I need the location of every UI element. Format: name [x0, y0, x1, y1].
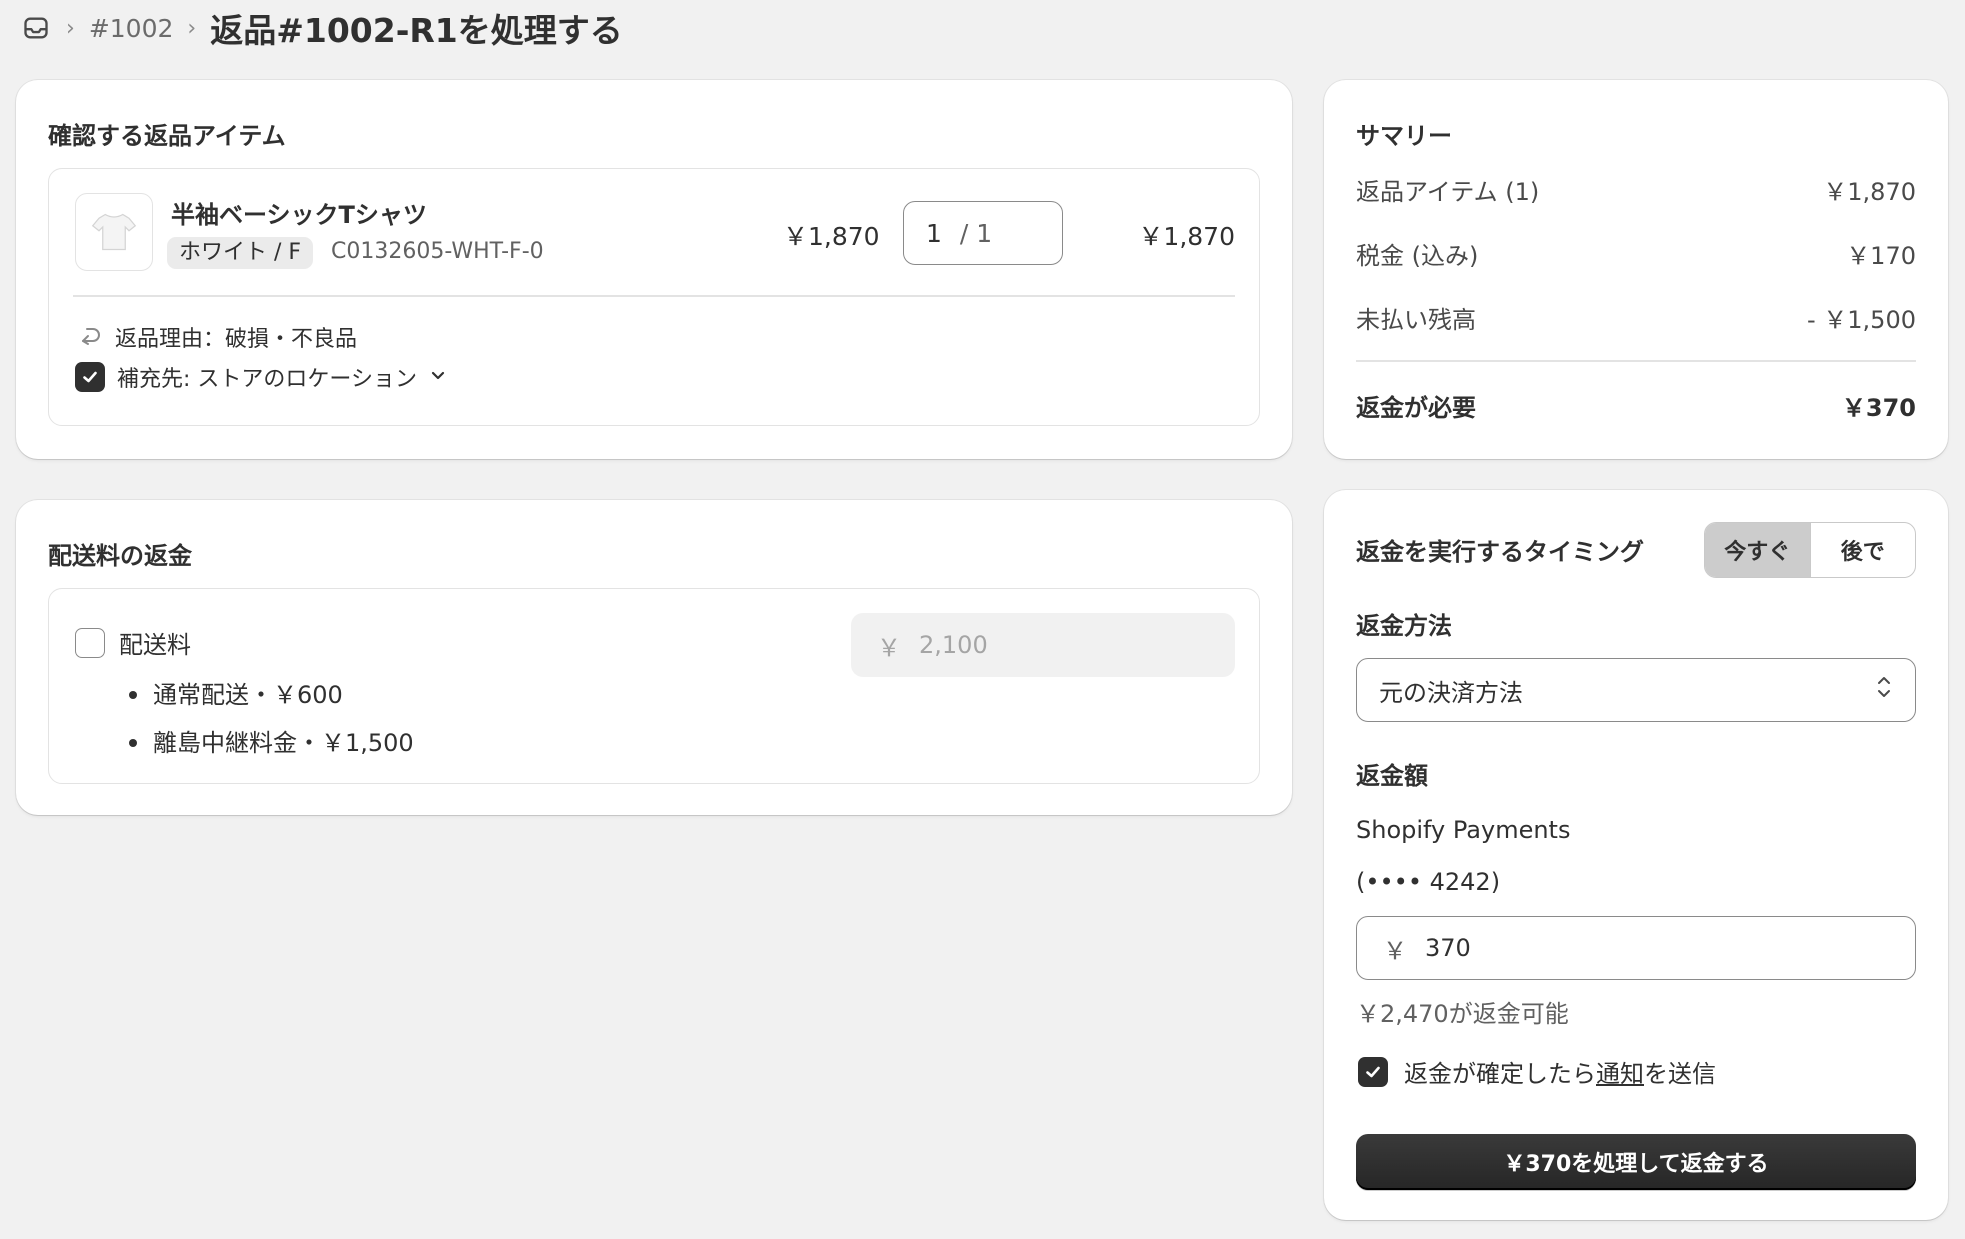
- shipping-checkbox[interactable]: [75, 627, 105, 658]
- quantity-input[interactable]: 1 / 1: [903, 201, 1063, 265]
- summary-row: 返品アイテム (1) ￥1,870: [1356, 172, 1916, 207]
- currency-symbol: ￥: [1383, 936, 1407, 965]
- restock-checkbox[interactable]: [75, 362, 105, 392]
- bullet: [129, 739, 137, 747]
- summary-total-value: ￥370: [1841, 394, 1916, 422]
- refund-timing-toggle: 今すぐ 後で: [1704, 522, 1916, 578]
- return-items-card: 確認する返品アイテム 半袖ベーシックTシャツ ホワイト / F C0132605…: [16, 80, 1292, 459]
- summary-row: 未払い残高 - ￥1,500: [1356, 300, 1916, 335]
- divider: [73, 295, 1235, 297]
- select-arrows-icon: [1875, 673, 1893, 707]
- notify-prefix: 返金が確定したら: [1404, 1060, 1596, 1088]
- shipping-lines: 通常配送・￥600 離島中継料金・￥1,500: [129, 671, 414, 767]
- refundable-amount-text: ￥2,470が返金可能: [1356, 1000, 1569, 1028]
- summary-row-label: 税金 (込み): [1356, 242, 1479, 270]
- process-refund-button[interactable]: ￥370を処理して返金する: [1356, 1134, 1916, 1190]
- payment-card-digits: (•••• 4242): [1356, 868, 1501, 896]
- line-total: ￥1,870: [1138, 222, 1235, 251]
- restock-label[interactable]: 補充先: ストアのロケーション: [117, 361, 417, 393]
- product-thumbnail: [75, 193, 153, 271]
- return-arrow-icon: [79, 322, 103, 352]
- chevron-right-icon: ›: [187, 15, 197, 41]
- shipping-line-text: 離島中継料金・￥1,500: [153, 729, 414, 757]
- timing-now-button[interactable]: 今すぐ: [1705, 523, 1810, 577]
- return-reason: 返品理由：破損・不良品: [79, 321, 357, 353]
- refund-amount-label: 返金額: [1356, 762, 1428, 790]
- currency-symbol: ￥: [877, 633, 901, 662]
- divider: [1356, 360, 1916, 362]
- summary-row: 税金 (込み) ￥170: [1356, 236, 1916, 271]
- summary-row-value: - ￥1,500: [1807, 306, 1916, 334]
- list-item: 離島中継料金・￥1,500: [129, 719, 414, 767]
- summary-row-value: ￥170: [1846, 242, 1916, 270]
- notify-suffix: を送信: [1644, 1060, 1716, 1088]
- variant-badge: ホワイト / F: [167, 237, 314, 269]
- shipping-refund-card: 配送料の返金 配送料 通常配送・￥600 離島中継料金・￥1,500 ￥ 2,1…: [16, 500, 1292, 815]
- check-icon: [83, 371, 97, 383]
- payment-provider: Shopify Payments: [1356, 816, 1571, 844]
- quantity-value: 1: [926, 218, 942, 248]
- refund-amount-value: 370: [1425, 934, 1471, 962]
- chevron-down-icon[interactable]: [429, 365, 447, 390]
- shipping-refund-title: 配送料の返金: [48, 542, 192, 570]
- refund-card: 返金を実行するタイミング 今すぐ 後で 返金方法 元の決済方法 返金額 Shop…: [1324, 490, 1948, 1220]
- inbox-icon[interactable]: [20, 12, 52, 44]
- notification-link[interactable]: 通知: [1596, 1060, 1644, 1088]
- notify-label: 返金が確定したら通知を送信: [1404, 1054, 1716, 1089]
- return-item-box: 半袖ベーシックTシャツ ホワイト / F C0132605-WHT-F-0 ￥1…: [48, 168, 1260, 426]
- unit-price: ￥1,870: [783, 222, 880, 251]
- summary-total-label: 返金が必要: [1356, 394, 1476, 422]
- notify-checkbox[interactable]: [1358, 1056, 1388, 1087]
- summary-row-value: ￥1,870: [1823, 178, 1916, 206]
- summary-total-row: 返金が必要 ￥370: [1356, 388, 1916, 423]
- summary-row-label: 返品アイテム (1): [1356, 178, 1540, 206]
- chevron-right-icon: ›: [66, 15, 75, 41]
- shipping-line-text: 通常配送・￥600: [153, 681, 343, 709]
- timing-later-button[interactable]: 後で: [1809, 523, 1916, 577]
- shipping-amount-input[interactable]: ￥ 2,100: [851, 613, 1235, 677]
- notify-option[interactable]: 返金が確定したら通知を送信: [1358, 1054, 1716, 1089]
- return-items-title: 確認する返品アイテム: [48, 122, 286, 150]
- page: › #1002 › 返品#1002-R1を処理する 確認する返品アイテム 半袖ベ…: [0, 0, 1965, 1239]
- summary-title: サマリー: [1356, 122, 1452, 150]
- breadcrumb: › #1002 › 返品#1002-R1を処理する: [20, 6, 623, 50]
- summary-row-label: 未払い残高: [1356, 306, 1476, 334]
- tshirt-icon: [91, 213, 137, 251]
- quantity-max: / 1: [959, 218, 993, 248]
- check-icon: [1366, 1066, 1380, 1077]
- refund-method-select[interactable]: 元の決済方法: [1356, 658, 1916, 722]
- refund-amount-input[interactable]: ￥ 370: [1356, 916, 1916, 980]
- refund-method-label: 返金方法: [1356, 612, 1452, 640]
- refund-timing-label: 返金を実行するタイミング: [1356, 538, 1644, 566]
- page-title: 返品#1002-R1を処理する: [210, 11, 623, 50]
- return-reason-text: 返品理由：破損・不良品: [115, 327, 358, 352]
- bullet: [129, 691, 137, 699]
- shipping-box: 配送料 通常配送・￥600 離島中継料金・￥1,500 ￥ 2,100: [48, 588, 1260, 784]
- refund-method-value: 元の決済方法: [1379, 678, 1523, 707]
- product-name[interactable]: 半袖ベーシックTシャツ: [171, 195, 427, 230]
- shipping-label[interactable]: 配送料: [119, 625, 191, 660]
- list-item: 通常配送・￥600: [129, 671, 414, 719]
- shipping-amount-placeholder: 2,100: [919, 631, 988, 659]
- product-sku: C0132605-WHT-F-0: [331, 239, 544, 264]
- breadcrumb-order-link[interactable]: #1002: [89, 14, 174, 43]
- shipping-option[interactable]: 配送料: [75, 625, 191, 660]
- summary-card: サマリー 返品アイテム (1) ￥1,870 税金 (込み) ￥170 未払い残…: [1324, 80, 1948, 459]
- restock-option[interactable]: 補充先: ストアのロケーション: [75, 361, 447, 393]
